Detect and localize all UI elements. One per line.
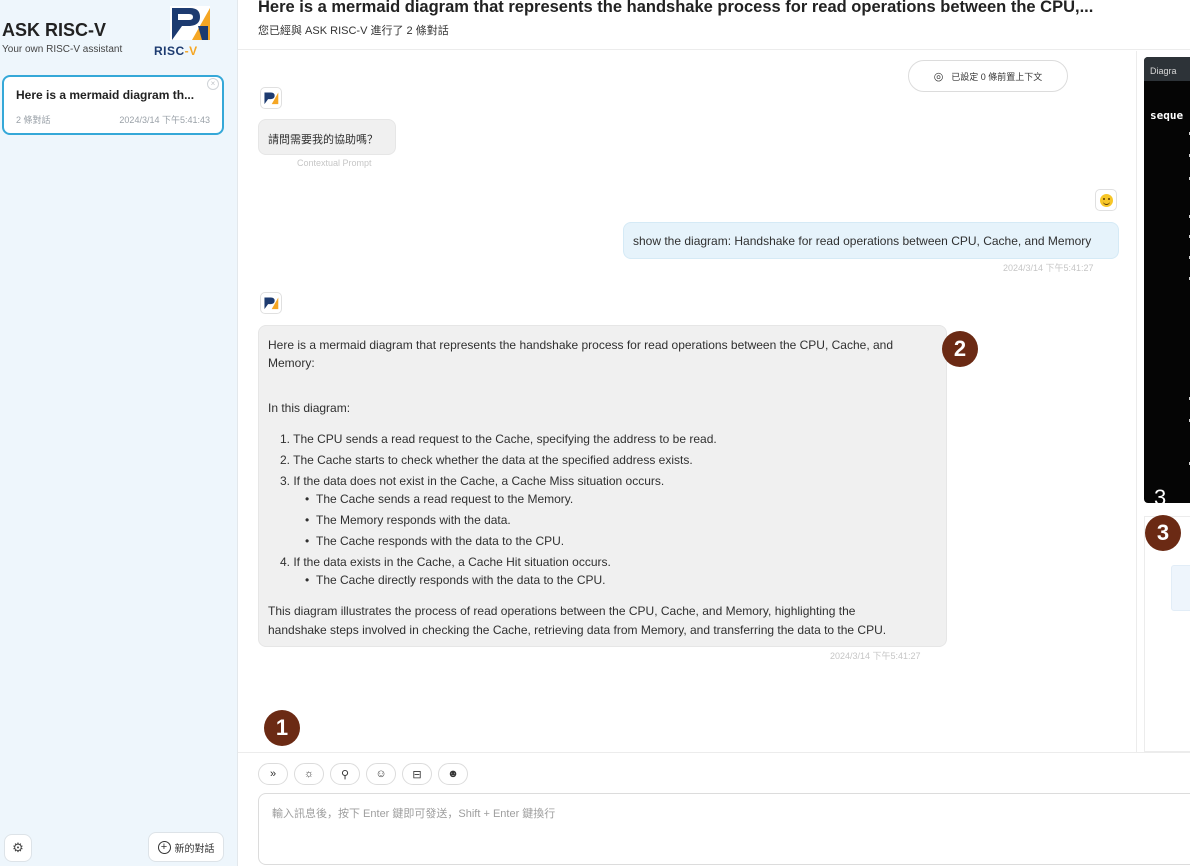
sun-icon: ☼	[303, 768, 315, 780]
bot-reply-bubble: Here is a mermaid diagram that represent…	[258, 325, 947, 647]
bot-avatar	[260, 292, 282, 314]
user-message-time: 2024/3/14 下午5:41:27	[1003, 263, 1094, 273]
tab-diagram[interactable]: Diagra	[1144, 57, 1190, 81]
bot-reply-outro-1: This diagram illustrates the process of …	[268, 604, 856, 618]
risc-v-logo-icon	[170, 6, 210, 40]
chat-header: Here is a mermaid diagram that represent…	[238, 0, 1190, 50]
code-line-number: 3	[1154, 485, 1167, 503]
annotation-badge-3: 3	[1145, 515, 1181, 551]
context-prompt-button[interactable]: ◎ 已設定 0 條前置上下文	[908, 60, 1068, 92]
page-title: Here is a mermaid diagram that represent…	[258, 0, 1094, 16]
contextual-prompt-caption: Contextual Prompt	[297, 158, 372, 168]
logo-word-main: RISC	[154, 44, 185, 58]
mermaid-code-block: Diagra seque 3	[1144, 57, 1190, 503]
list-item: The Memory responds with the data.	[305, 512, 511, 528]
chat-item-count: 2 條對話	[16, 115, 51, 125]
contextual-prompt-bubble: 請問需要我的協助嗎？	[258, 119, 396, 155]
chat-list-item[interactable]: × Here is a mermaid diagram th... 2 條對話 …	[2, 75, 224, 135]
list-item: The Cache directly responds with the dat…	[305, 572, 606, 588]
logo-wordmark: RISC-V	[154, 44, 198, 58]
risc-v-logo-icon	[264, 297, 279, 310]
sidebar: ASK RISC-V Your own RISC-V assistant RIS…	[0, 0, 238, 866]
logo-word-accent: -V	[184, 44, 198, 58]
bot-reply-outro-2: handshake steps involved in checking the…	[268, 623, 887, 637]
model-button[interactable]: ☻	[438, 763, 468, 785]
prompt-button[interactable]: ⚲	[330, 763, 360, 785]
list-item: 3. If the data does not exist in the Cac…	[280, 474, 665, 488]
chat-item-time: 2024/3/14 下午5:41:43	[119, 115, 210, 125]
diagram-preview	[1144, 516, 1190, 752]
context-prompt-label: 已設定 0 條前置上下文	[951, 71, 1043, 82]
collapse-button[interactable]: »	[258, 763, 288, 785]
app-window: ASK RISC-V Your own RISC-V assistant RIS…	[0, 0, 1190, 866]
list-item: The Cache responds with the data to the …	[305, 533, 564, 549]
composer-toolbar: » ☼ ⚲ ☺ ⊟ ☻	[258, 763, 468, 785]
bot-reply-section: In this diagram:	[268, 401, 351, 415]
robot-icon: ☻	[447, 768, 459, 780]
composer: » ☼ ⚲ ☺ ⊟ ☻	[238, 752, 1190, 866]
chat-messages: ◎ 已設定 0 條前置上下文 請問需要我的協助嗎？ Contextual Pro…	[238, 51, 1136, 752]
brand-subtitle: Your own RISC-V assistant	[2, 44, 123, 55]
chevron-down-icon: »	[269, 768, 277, 780]
chat-item-title: Here is a mermaid diagram th...	[16, 88, 195, 102]
mask-icon: ☺	[375, 768, 387, 780]
user-avatar	[1095, 189, 1117, 211]
brain-icon: ◎	[933, 70, 944, 83]
list-item: 1. The CPU sends a read request to the C…	[280, 432, 717, 446]
break-icon: ⊟	[412, 768, 422, 781]
list-item: The Cache sends a read request to the Me…	[305, 491, 573, 507]
user-message-bubble: show the diagram: Handshake for read ope…	[623, 222, 1119, 259]
search-icon: ⚲	[340, 768, 350, 781]
smiley-icon	[1099, 193, 1113, 207]
new-chat-label: 新的對話	[174, 843, 215, 855]
bot-reply-intro-2: Memory:	[268, 356, 315, 370]
bot-avatar	[260, 87, 282, 109]
diagram-preview-node	[1171, 565, 1190, 611]
plus-circle-icon: +	[157, 840, 171, 854]
message-input[interactable]	[258, 793, 1190, 865]
close-icon[interactable]: ×	[207, 78, 219, 90]
risc-v-logo-icon	[264, 92, 279, 105]
annotation-badge-1: 1	[264, 710, 300, 746]
settings-button[interactable]: ⚙	[4, 834, 32, 862]
settings-icon: ⚙	[12, 840, 24, 855]
new-chat-button[interactable]: + 新的對話	[148, 832, 224, 862]
diagram-panel: Diagra seque 3 3	[1136, 51, 1190, 752]
annotation-badge-2: 2	[942, 331, 978, 367]
bot-reply-intro-1: Here is a mermaid diagram that represent…	[268, 338, 894, 352]
code-first-line: seque	[1150, 109, 1184, 122]
clear-context-button[interactable]: ⊟	[402, 763, 432, 785]
contextual-prompt-text: 請問需要我的協助嗎？	[268, 134, 378, 146]
user-message-text: show the diagram: Handshake for read ope…	[633, 234, 1092, 248]
list-item: 2. The Cache starts to check whether the…	[280, 453, 693, 467]
theme-button[interactable]: ☼	[294, 763, 324, 785]
risc-v-logo: RISC-V	[150, 4, 230, 60]
list-item: 4. If the data exists in the Cache, a Ca…	[280, 555, 611, 569]
mask-button[interactable]: ☺	[366, 763, 396, 785]
brand-title: ASK RISC-V	[2, 20, 107, 40]
conversation-count: 您已經與 ASK RISC-V 進行了 2 條對話	[258, 25, 449, 37]
bot-reply-time: 2024/3/14 下午5:41:27	[830, 651, 921, 661]
